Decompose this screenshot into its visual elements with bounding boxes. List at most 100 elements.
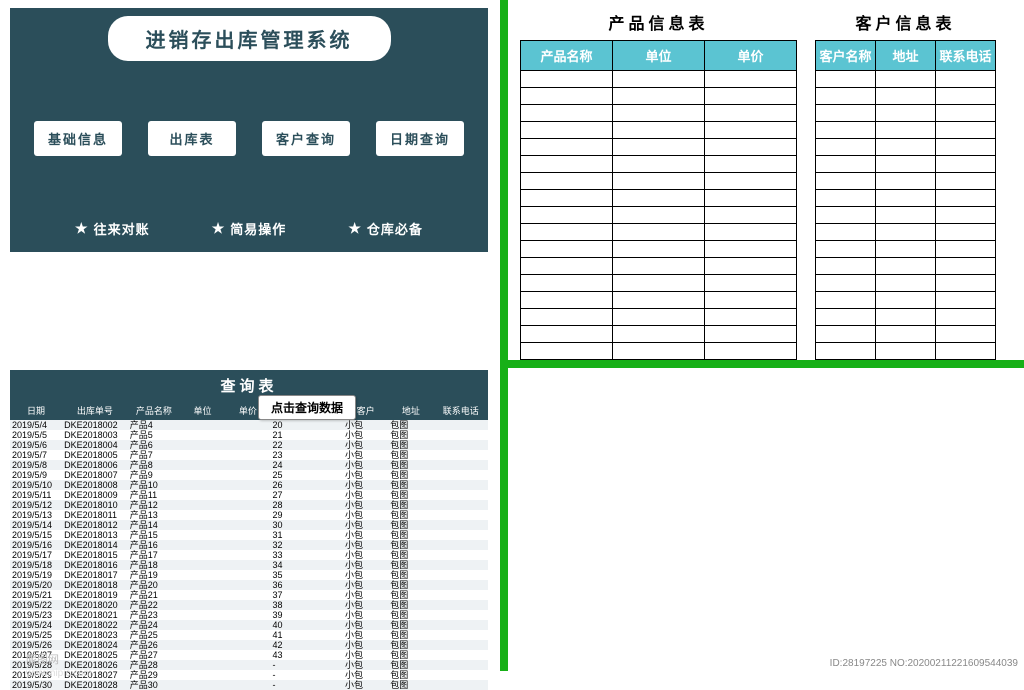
table-row bbox=[521, 309, 797, 326]
table-row: 2019/5/7DKE2018005产品723小包包图 bbox=[10, 450, 488, 460]
table-header: 联系电话 bbox=[936, 41, 996, 71]
table-header: 出库单号 bbox=[62, 401, 128, 420]
table-row: 2019/5/11DKE2018009产品1127小包包图 bbox=[10, 490, 488, 500]
info-tables-area: 产品信息表 产品名称单位单价 客户信息表 客户名称地址联系电话 bbox=[520, 8, 1016, 360]
star-icon: ★ bbox=[212, 220, 226, 237]
table-row bbox=[521, 343, 797, 360]
table-row: 2019/5/15DKE2018013产品1531小包包图 bbox=[10, 530, 488, 540]
table-row bbox=[816, 343, 996, 360]
table-header: 联系电话 bbox=[434, 401, 488, 420]
table-header: 日期 bbox=[10, 401, 62, 420]
table-row bbox=[816, 241, 996, 258]
btn-customer-query[interactable]: 客户查询 bbox=[262, 121, 350, 156]
customer-info-block: 客户信息表 客户名称地址联系电话 bbox=[815, 8, 996, 360]
table-row: 2019/5/9DKE2018007产品925小包包图 bbox=[10, 470, 488, 480]
table-row bbox=[816, 275, 996, 292]
table-row: 2019/5/8DKE2018006产品824小包包图 bbox=[10, 460, 488, 470]
table-row bbox=[521, 122, 797, 139]
table-row bbox=[521, 207, 797, 224]
table-row bbox=[521, 139, 797, 156]
query-table: 日期出库单号产品名称单位单价支客户地址联系电话 2019/5/4DKE20180… bbox=[10, 401, 488, 690]
watermark-line1: 昵图网 bbox=[26, 651, 59, 667]
table-row: 2019/5/20DKE2018018产品2036小包包图 bbox=[10, 580, 488, 590]
star-icon: ★ bbox=[348, 220, 362, 237]
btn-basic-info[interactable]: 基础信息 bbox=[34, 121, 122, 156]
table-row bbox=[816, 224, 996, 241]
table-row: 2019/5/22DKE2018020产品2238小包包图 bbox=[10, 600, 488, 610]
feature-3: ★仓库必备 bbox=[348, 219, 423, 238]
table-header: 地址 bbox=[388, 401, 433, 420]
table-row bbox=[816, 292, 996, 309]
table-row bbox=[521, 156, 797, 173]
customer-table: 客户名称地址联系电话 bbox=[815, 40, 996, 360]
divider-horizontal bbox=[500, 360, 1024, 368]
btn-outbound[interactable]: 出库表 bbox=[148, 121, 236, 156]
table-row bbox=[816, 139, 996, 156]
table-row bbox=[521, 292, 797, 309]
table-row bbox=[816, 309, 996, 326]
panel-title: 进销存出库管理系统 bbox=[108, 16, 391, 61]
table-row: 2019/5/13DKE2018011产品1329小包包图 bbox=[10, 510, 488, 520]
table-header: 单位 bbox=[180, 401, 225, 420]
table-row bbox=[816, 88, 996, 105]
table-row: 2019/5/14DKE2018012产品1430小包包图 bbox=[10, 520, 488, 530]
table-row bbox=[521, 258, 797, 275]
table-row bbox=[521, 275, 797, 292]
table-header: 产品名称 bbox=[521, 41, 613, 71]
query-area: 查询表 点击查询数据 日期出库单号产品名称单位单价支客户地址联系电话 2019/… bbox=[10, 370, 488, 690]
table-row bbox=[816, 156, 996, 173]
feature-1: ★往来对账 bbox=[75, 219, 150, 238]
query-title: 查询表 bbox=[10, 370, 488, 401]
panel-features: ★往来对账 ★简易操作 ★仓库必备 bbox=[24, 215, 474, 246]
table-header: 单位 bbox=[613, 41, 705, 71]
divider-vertical bbox=[500, 0, 508, 671]
table-row: 2019/5/26DKE2018024产品2642小包包图 bbox=[10, 640, 488, 650]
query-data-button[interactable]: 点击查询数据 bbox=[258, 395, 356, 420]
table-row bbox=[816, 71, 996, 88]
table-row: 2019/5/16DKE2018014产品1632小包包图 bbox=[10, 540, 488, 550]
table-row bbox=[521, 88, 797, 105]
table-row: 2019/5/17DKE2018015产品1733小包包图 bbox=[10, 550, 488, 560]
table-row: 2019/5/21DKE2018019产品2137小包包图 bbox=[10, 590, 488, 600]
table-row bbox=[521, 190, 797, 207]
table-row bbox=[816, 122, 996, 139]
table-row bbox=[521, 326, 797, 343]
main-panel: 进销存出库管理系统 基础信息 出库表 客户查询 日期查询 ★往来对账 ★简易操作… bbox=[10, 8, 488, 252]
table-row: 2019/5/23DKE2018021产品2339小包包图 bbox=[10, 610, 488, 620]
table-row: 2019/5/30DKE2018028产品30-小包包图 bbox=[10, 680, 488, 690]
table-row bbox=[816, 258, 996, 275]
feature-2: ★简易操作 bbox=[212, 219, 287, 238]
customer-table-title: 客户信息表 bbox=[815, 8, 996, 40]
table-row bbox=[521, 173, 797, 190]
table-row: 2019/5/19DKE2018017产品1935小包包图 bbox=[10, 570, 488, 580]
star-icon: ★ bbox=[75, 220, 89, 237]
table-row bbox=[521, 71, 797, 88]
table-header: 产品名称 bbox=[128, 401, 180, 420]
table-row bbox=[816, 105, 996, 122]
table-row bbox=[521, 224, 797, 241]
table-row: 2019/5/12DKE2018010产品1228小包包图 bbox=[10, 500, 488, 510]
table-row: 2019/5/10DKE2018008产品1026小包包图 bbox=[10, 480, 488, 490]
product-table: 产品名称单位单价 bbox=[520, 40, 797, 360]
table-header: 单价 bbox=[705, 41, 797, 71]
table-row bbox=[816, 190, 996, 207]
table-row: 2019/5/6DKE2018004产品622小包包图 bbox=[10, 440, 488, 450]
table-row bbox=[816, 326, 996, 343]
panel-buttons: 基础信息 出库表 客户查询 日期查询 bbox=[24, 121, 474, 156]
table-row bbox=[521, 241, 797, 258]
table-header: 客户名称 bbox=[816, 41, 876, 71]
footer-id: ID:28197225 NO:20200211221609544039 bbox=[830, 658, 1018, 669]
table-row: 2019/5/5DKE2018003产品521小包包图 bbox=[10, 430, 488, 440]
table-row: 2019/5/24DKE2018022产品2440小包包图 bbox=[10, 620, 488, 630]
product-info-block: 产品信息表 产品名称单位单价 bbox=[520, 8, 797, 360]
table-row: 2019/5/25DKE2018023产品2541小包包图 bbox=[10, 630, 488, 640]
product-table-title: 产品信息表 bbox=[520, 8, 797, 40]
btn-date-query[interactable]: 日期查询 bbox=[376, 121, 464, 156]
table-row: 2019/5/4DKE2018002产品420小包包图 bbox=[10, 420, 488, 430]
watermark-line2: www.nipic.com bbox=[26, 668, 92, 679]
table-row: 2019/5/27DKE2018025产品2743小包包图 bbox=[10, 650, 488, 660]
table-header: 地址 bbox=[876, 41, 936, 71]
table-row bbox=[816, 207, 996, 224]
table-row bbox=[521, 105, 797, 122]
table-row: 2019/5/18DKE2018016产品1834小包包图 bbox=[10, 560, 488, 570]
